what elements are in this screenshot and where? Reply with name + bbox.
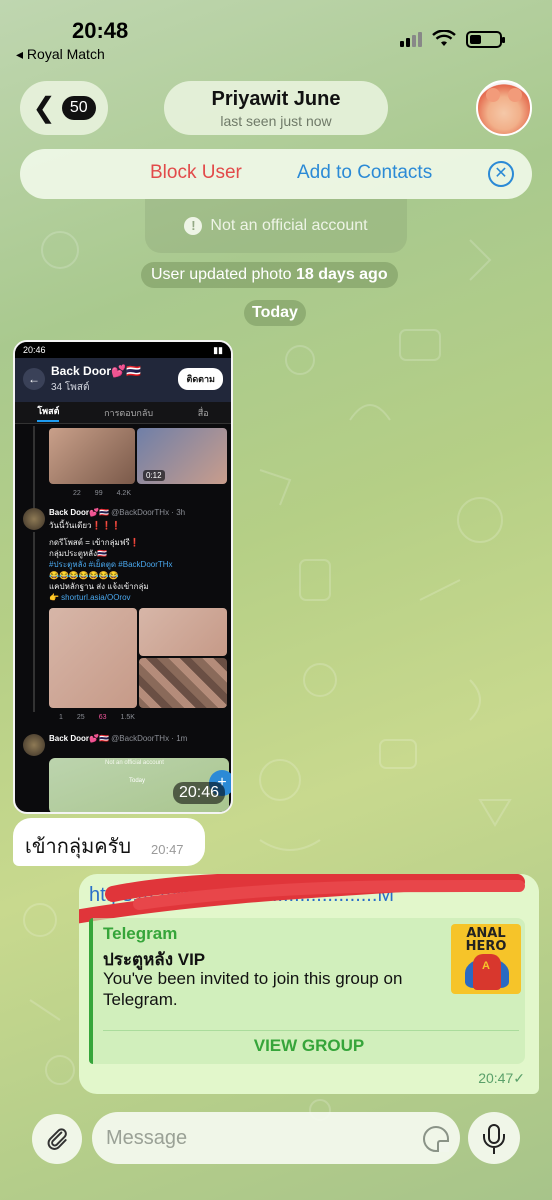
screenshot-tab: โพสต์ (37, 404, 60, 422)
preview-site-name: Telegram (103, 924, 178, 943)
chevron-left-icon: ❮ (32, 92, 56, 123)
post-stats: 22 99 4.2K (59, 490, 131, 497)
unread-count-badge: 50 (61, 96, 96, 120)
like-count: 99 (94, 490, 103, 497)
contact-avatar[interactable] (476, 80, 532, 136)
post-author-name: Back Door💕🇹🇭 (49, 508, 109, 517)
screenshot-channel-sub: 34 โพสต์ (51, 382, 90, 393)
post-line: แคปหลักฐาน ส่ง แจ้งเข้ากลุ่ม (49, 582, 149, 591)
checkmark-icon: ✓ (513, 1070, 525, 1086)
thread-line (33, 426, 35, 516)
contact-name: Priyawit June (211, 88, 341, 110)
wifi-icon (432, 30, 456, 46)
screenshot-tab: สื่อ (197, 407, 209, 418)
battery-icon (466, 30, 505, 48)
link-preview[interactable]: Telegram ประตูหลัง VIP You've been invit… (89, 918, 525, 1064)
back-to-app-link[interactable]: ◂ Royal Match (16, 46, 105, 63)
contact-action-bar: Block User Add to Contacts ✕ (20, 149, 532, 199)
censored-media (139, 658, 227, 708)
paperclip-icon[interactable] (32, 1114, 82, 1164)
chat-title[interactable]: Priyawit June last seen just now (164, 81, 388, 135)
service-message: User updated photo 18 days ago (141, 262, 398, 288)
screenshot-status-bar: 20:46 ▮▮ (15, 342, 231, 358)
censored-media (49, 608, 137, 708)
screenshot-tabs: โพสต์ การตอบกลับ สื่อ (15, 402, 231, 424)
info-icon: ! (184, 217, 203, 235)
thumbnail-text: ANAL HERO (465, 926, 507, 954)
status-icons (400, 30, 505, 48)
censored-media (49, 428, 135, 484)
contact-last-seen: last seen just now (220, 113, 332, 129)
post-stats: 1 25 63 1.5K (59, 714, 135, 721)
censored-media (139, 608, 227, 656)
cellular-signal-icon (400, 31, 422, 47)
post-line: กลุ่มประตูหลัง🇹🇭 (49, 549, 107, 558)
image-timestamp: 20:46 (172, 782, 225, 804)
preview-divider (103, 1030, 519, 1031)
message-input[interactable] (92, 1112, 460, 1164)
add-to-contacts-button[interactable]: Add to Contacts (297, 162, 432, 184)
post-link: 👉 shorturl.asia/OOrov (49, 593, 131, 602)
not-official-notice: ! Not an official account (145, 199, 407, 253)
microphone-icon[interactable] (468, 1112, 520, 1164)
post-author-name: Back Door💕🇹🇭 (49, 734, 109, 743)
view-count: 1.5K (120, 714, 135, 721)
service-message-text: User updated photo (151, 266, 296, 283)
video-duration: 0:12 (143, 470, 165, 481)
message-time: 20:47✓ (478, 1070, 525, 1087)
status-time: 20:48 (72, 18, 129, 43)
message-time: 20:47 (151, 842, 184, 857)
close-circle-icon[interactable]: ✕ (488, 161, 514, 187)
mini-notice: Not an official account (105, 760, 164, 766)
not-official-text: Not an official account (210, 217, 368, 234)
post-handle: @BackDoorTHx · 3h (111, 508, 186, 517)
preview-thumbnail: ANAL HERO (451, 924, 521, 994)
red-redaction-scribble (79, 874, 525, 924)
screenshot-image-message[interactable]: 20:46 ▮▮ ← Back Door💕🇹🇭 34 โพสต์ ติดตาม โ… (13, 340, 233, 814)
repost-count: 22 (73, 490, 81, 497)
incoming-message[interactable]: เข้ากลุ่มครับ 20:47 (13, 818, 205, 866)
post-author: Back Door💕🇹🇭 @BackDoorTHx · 3h (49, 508, 185, 517)
post-line: วันนี้วันเดียว❗❗❗ (49, 521, 122, 530)
view-count: 4.2K (116, 490, 131, 497)
screenshot-follow-button: ติดตาม (178, 368, 223, 390)
repost-count: 25 (76, 714, 85, 721)
post-avatar (23, 508, 45, 530)
back-button[interactable]: ❮ 50 (20, 81, 108, 135)
post-body: วันนี้วันเดียว❗❗❗ กดรีโพสต์ = เข้ากลุ่มฟ… (49, 520, 229, 603)
post-hashtags: #ประตูหลัง #เย็ดตูด #BackDoorTHx (49, 560, 173, 569)
reply-count: 1 (59, 714, 63, 721)
post-line: กดรีโพสต์ = เข้ากลุ่มฟรี❗ (49, 538, 140, 547)
post-author: Back Door💕🇹🇭 @BackDoorTHx · 1m (49, 734, 187, 743)
screenshot-channel-name: Back Door💕🇹🇭 (51, 364, 141, 378)
preview-description: You've been invited to join this group o… (103, 969, 403, 1009)
like-count: 63 (98, 714, 107, 721)
mini-today: Today (129, 778, 146, 784)
sticker-icon[interactable] (423, 1126, 449, 1152)
view-group-button[interactable]: VIEW GROUP (93, 1036, 525, 1056)
post-avatar (23, 734, 45, 756)
screenshot-tab: การตอบกลับ (104, 407, 154, 418)
service-message-date: 18 days ago (296, 266, 388, 283)
screenshot-profile-header: ← Back Door💕🇹🇭 34 โพสต์ ติดตาม (15, 358, 231, 402)
outgoing-message[interactable]: https://t.me/+..........................… (79, 874, 539, 1094)
message-text: เข้ากลุ่มครับ (25, 836, 132, 858)
post-line: 😂😂😂😂😂😂😂 (49, 571, 119, 580)
date-separator: Today (244, 300, 306, 326)
thread-line (33, 532, 35, 712)
screenshot-status-time: 20:46 (23, 345, 46, 355)
back-arrow-icon: ← (23, 368, 45, 390)
post-handle: @BackDoorTHx · 1m (111, 734, 188, 743)
message-time-text: 20:47 (478, 1070, 514, 1086)
block-user-button[interactable]: Block User (150, 162, 242, 184)
